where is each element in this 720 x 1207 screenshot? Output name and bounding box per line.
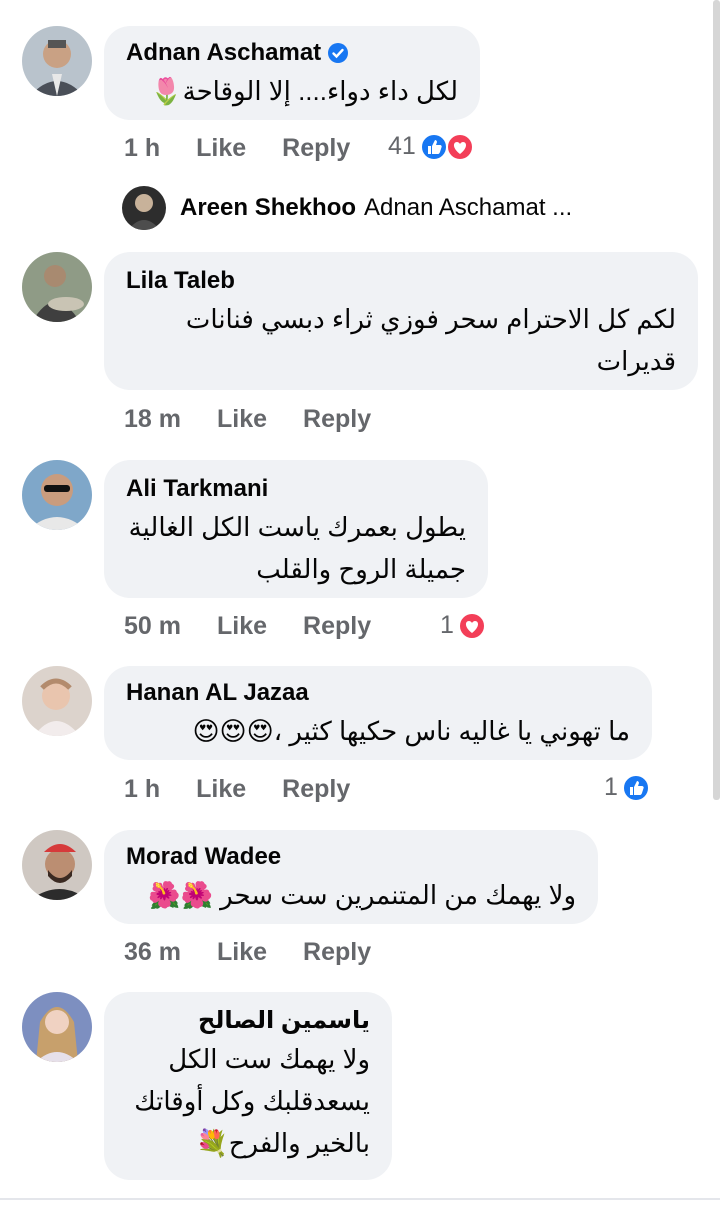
avatar[interactable]	[22, 830, 92, 900]
comment-time[interactable]: 18 m	[124, 405, 181, 434]
comment-actions: 50 m Like Reply	[124, 612, 371, 641]
author-name[interactable]: Morad Wadee	[126, 842, 281, 872]
comment-bubble: Adnan Aschamat لكل داء دواء.... إلا الوق…	[104, 26, 480, 120]
comment-text: ولا يهمك من المتنمرين ست سحر 🌺🌺	[148, 880, 576, 910]
reaction-summary[interactable]: 1	[604, 773, 650, 802]
reaction-count: 1	[440, 611, 454, 639]
comment-text: ولا يهمك ست الكل يسعدقلبك وكل أوقاتك بال…	[134, 1044, 370, 1158]
avatar[interactable]	[22, 26, 92, 96]
comment-author[interactable]: Morad Wadee	[126, 842, 576, 872]
reply-button[interactable]: Reply	[303, 612, 371, 641]
comment-text: يطول بعمرك ياست الكل الغالية جميلة الروح…	[128, 512, 466, 584]
love-icon	[445, 132, 474, 161]
like-button[interactable]: Like	[196, 775, 246, 804]
comment-author[interactable]: Adnan Aschamat	[126, 38, 458, 68]
comment-time[interactable]: 1 h	[124, 775, 160, 804]
reaction-count: 1	[604, 773, 618, 801]
reaction-summary[interactable]: 41	[388, 132, 474, 161]
reply-author[interactable]: Areen Shekhoo	[180, 194, 356, 222]
reply-button[interactable]: Reply	[303, 938, 371, 967]
reply-snippet: Adnan Aschamat ...	[364, 194, 573, 221]
like-button[interactable]: Like	[196, 134, 246, 163]
author-name[interactable]: Lila Taleb	[126, 266, 235, 296]
comment-author[interactable]: Lila Taleb	[126, 266, 676, 296]
verified-badge-icon	[328, 43, 349, 63]
divider	[0, 1198, 720, 1200]
comment-author[interactable]: Ali Tarkmani	[126, 474, 466, 504]
comment-bubble: ياسمين الصالح ولا يهمك ست الكل يسعدقلبك …	[104, 992, 392, 1180]
comment-time[interactable]: 50 m	[124, 612, 181, 641]
comment-actions: 18 m Like Reply	[124, 405, 371, 434]
reaction-summary[interactable]: 1	[440, 611, 486, 640]
comment-bubble: Morad Wadee ولا يهمك من المتنمرين ست سحر…	[104, 830, 598, 924]
reply-button[interactable]: Reply	[282, 775, 350, 804]
like-icon	[621, 773, 650, 802]
reply-button[interactable]: Reply	[282, 134, 350, 163]
like-icon	[419, 132, 448, 161]
author-name[interactable]: Hanan AL Jazaa	[126, 678, 309, 708]
comment-bubble: Lila Taleb لكم كل الاحترام سحر فوزي ثراء…	[104, 252, 698, 390]
comment-actions: 1 h Like Reply	[124, 134, 350, 163]
reaction-count: 41	[388, 132, 416, 160]
avatar[interactable]	[22, 460, 92, 530]
comment-time[interactable]: 1 h	[124, 134, 160, 163]
author-name[interactable]: Ali Tarkmani	[126, 474, 268, 504]
comment-actions: 1 h Like Reply	[124, 775, 350, 804]
love-icon	[457, 611, 486, 640]
comment-author[interactable]: Hanan AL Jazaa	[126, 678, 630, 708]
comment-text: لكم كل الاحترام سحر فوزي ثراء دبسي فنانا…	[185, 304, 676, 376]
comment-bubble: Ali Tarkmani يطول بعمرك ياست الكل الغالي…	[104, 460, 488, 598]
comment-time[interactable]: 36 m	[124, 938, 181, 967]
like-button[interactable]: Like	[217, 405, 267, 434]
scrollbar[interactable]	[713, 0, 720, 800]
reply-button[interactable]: Reply	[303, 405, 371, 434]
reply-preview[interactable]: Areen Shekhoo Adnan Aschamat ...	[122, 186, 572, 230]
comment-author[interactable]: ياسمين الصالح	[126, 1006, 370, 1036]
avatar[interactable]	[22, 252, 92, 322]
comment-text: لكل داء دواء.... إلا الوقاحة🌷	[150, 76, 458, 106]
avatar[interactable]	[122, 186, 166, 230]
comment-bubble: Hanan AL Jazaa ما تهوني يا غاليه ناس حكي…	[104, 666, 652, 760]
avatar[interactable]	[22, 666, 92, 736]
author-name[interactable]: ياسمين الصالح	[198, 1006, 370, 1036]
author-name[interactable]: Adnan Aschamat	[126, 38, 321, 68]
comment-actions: 36 m Like Reply	[124, 938, 371, 967]
like-button[interactable]: Like	[217, 612, 267, 641]
avatar[interactable]	[22, 992, 92, 1062]
comment-text: ما تهوني يا غاليه ناس حكيها كثير ،😍😍😍	[192, 716, 630, 746]
like-button[interactable]: Like	[217, 938, 267, 967]
